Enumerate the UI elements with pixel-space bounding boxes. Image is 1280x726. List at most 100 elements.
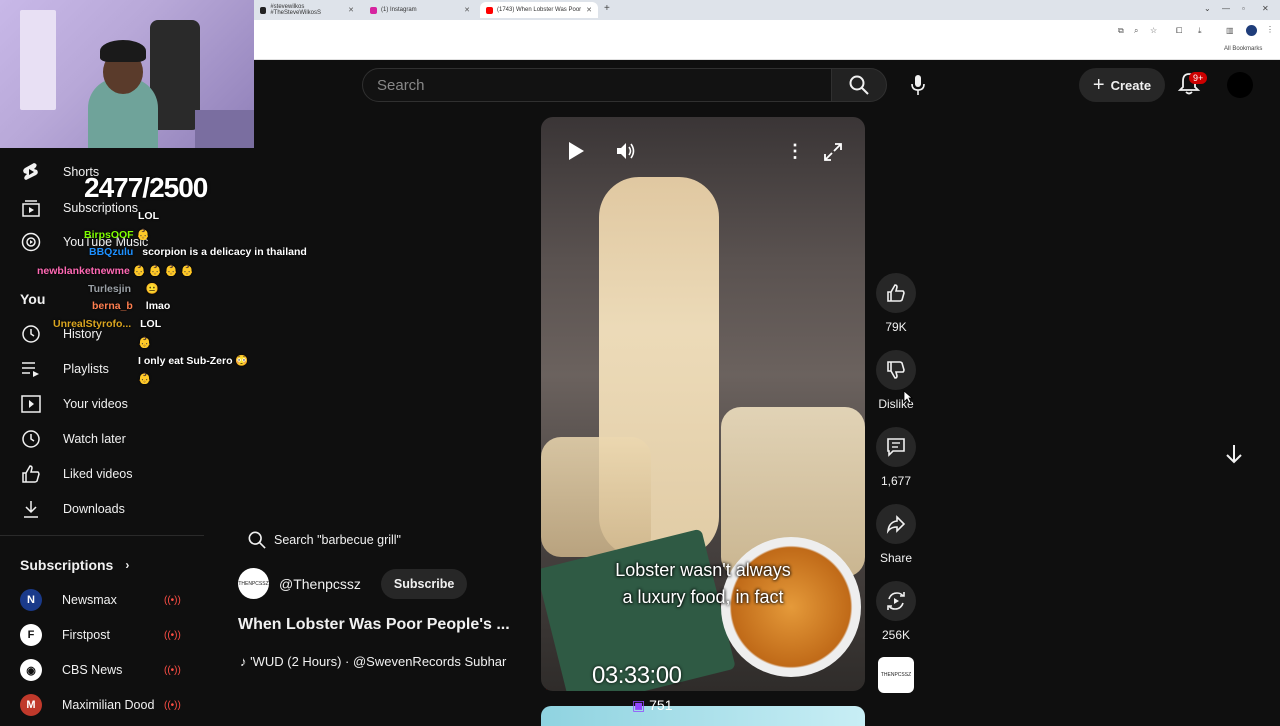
tab-label: (1743) When Lobster Was Poor	[497, 7, 582, 13]
profile-avatar[interactable]	[1246, 25, 1257, 36]
search-icon	[248, 531, 266, 549]
video-caption: Lobster wasn't always a luxury food, in …	[541, 557, 865, 611]
expand-icon	[824, 143, 842, 161]
tab-search-icon[interactable]: ⌄	[1204, 4, 1211, 13]
chat-message: 👶	[138, 337, 152, 349]
thumbs-up-icon	[20, 463, 42, 485]
minimize-icon[interactable]: —	[1222, 4, 1230, 13]
sidebar-item-label: Your videos	[63, 397, 128, 411]
account-avatar[interactable]	[1227, 72, 1253, 98]
remix-button[interactable]: 256K	[876, 581, 916, 642]
menu-icon[interactable]: ⋮	[1266, 25, 1274, 34]
sub-goal-counter: 2477/2500	[84, 172, 208, 203]
channel-name: Firstpost	[62, 628, 110, 642]
sidebar-item-watch-later[interactable]: Watch later	[20, 427, 126, 451]
play-button[interactable]	[567, 141, 585, 166]
close-tab-icon[interactable]: ✕	[586, 6, 592, 14]
shorts-video-player[interactable]: ⋮ Lobster wasn't always a luxury food, i…	[541, 117, 865, 691]
viewer-count: ▣ 751	[632, 697, 672, 714]
channel-handle[interactable]: @Thenpcssz	[279, 576, 361, 592]
comments-count: 1,677	[880, 474, 912, 488]
browser-tab-active[interactable]: (1743) When Lobster Was Poor ✕	[480, 2, 598, 18]
video-title[interactable]: When Lobster Was Poor People's ...	[238, 616, 510, 634]
new-tab-button[interactable]: +	[604, 3, 610, 14]
maximize-icon[interactable]: ▫	[1242, 4, 1245, 13]
subscription-item[interactable]: F Firstpost	[20, 623, 110, 647]
sidebar-item-downloads[interactable]: Downloads	[20, 497, 125, 521]
create-button[interactable]: + Create	[1079, 68, 1165, 102]
thumbs-up-icon	[887, 284, 905, 302]
sidebar-item-label: Downloads	[63, 502, 125, 516]
zoom-icon[interactable]: ⌕	[1134, 26, 1138, 36]
live-icon: ((•))	[164, 665, 181, 676]
close-window-icon[interactable]: ✕	[1262, 4, 1269, 13]
arrow-down-icon	[1226, 445, 1242, 464]
browser-tab[interactable]: #stevewilkos #TheSteveWilkosS ✕	[254, 2, 360, 18]
next-short-preview[interactable]	[541, 706, 865, 726]
like-button[interactable]: 79K	[876, 273, 916, 334]
next-video-button[interactable]	[1222, 442, 1246, 466]
sidebar-item-label: Playlists	[63, 362, 109, 376]
channel-avatar[interactable]: THENPCSSZ	[238, 568, 269, 599]
sidebar-item-your-videos[interactable]: Your videos	[20, 392, 128, 416]
channel-name: Maximilian Dood	[62, 698, 155, 712]
live-icon: ((•))	[164, 700, 181, 711]
caption-line: a luxury food, in fact	[622, 587, 784, 607]
sidebar-divider	[0, 535, 204, 536]
chat-message: 👶	[138, 373, 152, 385]
tab-label: (1) Instagram	[381, 7, 417, 13]
search-suggestion-link[interactable]: Search "barbecue grill"	[248, 531, 401, 549]
comments-button[interactable]: 1,677	[876, 427, 916, 488]
sidepanel-icon[interactable]: ▥	[1226, 26, 1234, 35]
microphone-icon	[911, 75, 925, 95]
voice-search-button[interactable]	[900, 67, 936, 103]
channel-avatar: N	[20, 589, 42, 611]
webcam-overlay	[0, 0, 254, 148]
extensions-icon[interactable]: ⧠	[1176, 26, 1182, 36]
progress-bar[interactable]	[541, 689, 547, 691]
section-heading: Subscriptions	[20, 557, 114, 573]
channel-thumbnail[interactable]: THENPCSSZ	[878, 657, 914, 693]
all-bookmarks-label[interactable]: All Bookmarks	[1224, 46, 1262, 52]
search-placeholder: Search	[377, 76, 425, 94]
remix-icon	[887, 592, 905, 610]
youtube-favicon-icon	[486, 6, 493, 14]
sidebar-item-playlists[interactable]: Playlists	[20, 357, 109, 381]
sidebar-section-you[interactable]: You	[20, 287, 45, 311]
sidebar-section-label: You	[20, 291, 46, 307]
search-input[interactable]: Search	[362, 68, 832, 102]
remix-count: 256K	[881, 628, 911, 642]
close-tab-icon[interactable]: ✕	[348, 6, 354, 14]
channel-name: Newsmax	[62, 593, 117, 607]
subscribe-button[interactable]: Subscribe	[380, 568, 468, 599]
channel-avatar: F	[20, 624, 42, 646]
viewer-icon: ▣	[632, 697, 646, 713]
chat-message: BirpsOOF 👶	[84, 229, 150, 241]
bookmark-star-icon[interactable]: ☆	[1150, 26, 1157, 35]
tab-label: #stevewilkos #TheSteveWilkosS	[270, 4, 321, 16]
browser-tab[interactable]: (1) Instagram ✕	[364, 2, 476, 18]
live-icon: ((•))	[164, 630, 181, 641]
chat-message: berna_b lmao	[92, 300, 171, 312]
shorts-icon	[20, 161, 42, 183]
subscription-item[interactable]: N Newsmax	[20, 588, 117, 612]
download-icon[interactable]: ⤓	[1198, 26, 1202, 36]
more-options-icon[interactable]: ⋮	[786, 141, 804, 162]
playlists-icon	[20, 358, 42, 380]
close-tab-icon[interactable]: ✕	[464, 6, 470, 14]
share-button[interactable]: Share	[876, 504, 916, 565]
fullscreen-button[interactable]	[823, 142, 843, 167]
channel-avatar: ◉	[20, 659, 42, 681]
install-icon[interactable]: ⧉	[1118, 26, 1124, 36]
subscription-item[interactable]: ◉ CBS News	[20, 658, 122, 682]
volume-button[interactable]	[615, 141, 637, 166]
sidebar-item-liked-videos[interactable]: Liked videos	[20, 462, 133, 486]
music-attribution[interactable]: ♪ 'WUD (2 Hours) · @SwevenRecords Subhar	[240, 654, 528, 669]
subscription-item[interactable]: M Maximilian Dood	[20, 693, 154, 717]
bookmarks-bar: All Bookmarks	[254, 42, 1280, 60]
chat-message: BBQzulu scorpion is a delicacy in thaila…	[89, 246, 307, 258]
like-count: 79K	[885, 320, 907, 334]
channel-avatar: M	[20, 694, 42, 716]
sidebar-subscriptions-heading[interactable]: Subscriptions ›	[20, 553, 129, 577]
search-button[interactable]	[831, 68, 887, 102]
